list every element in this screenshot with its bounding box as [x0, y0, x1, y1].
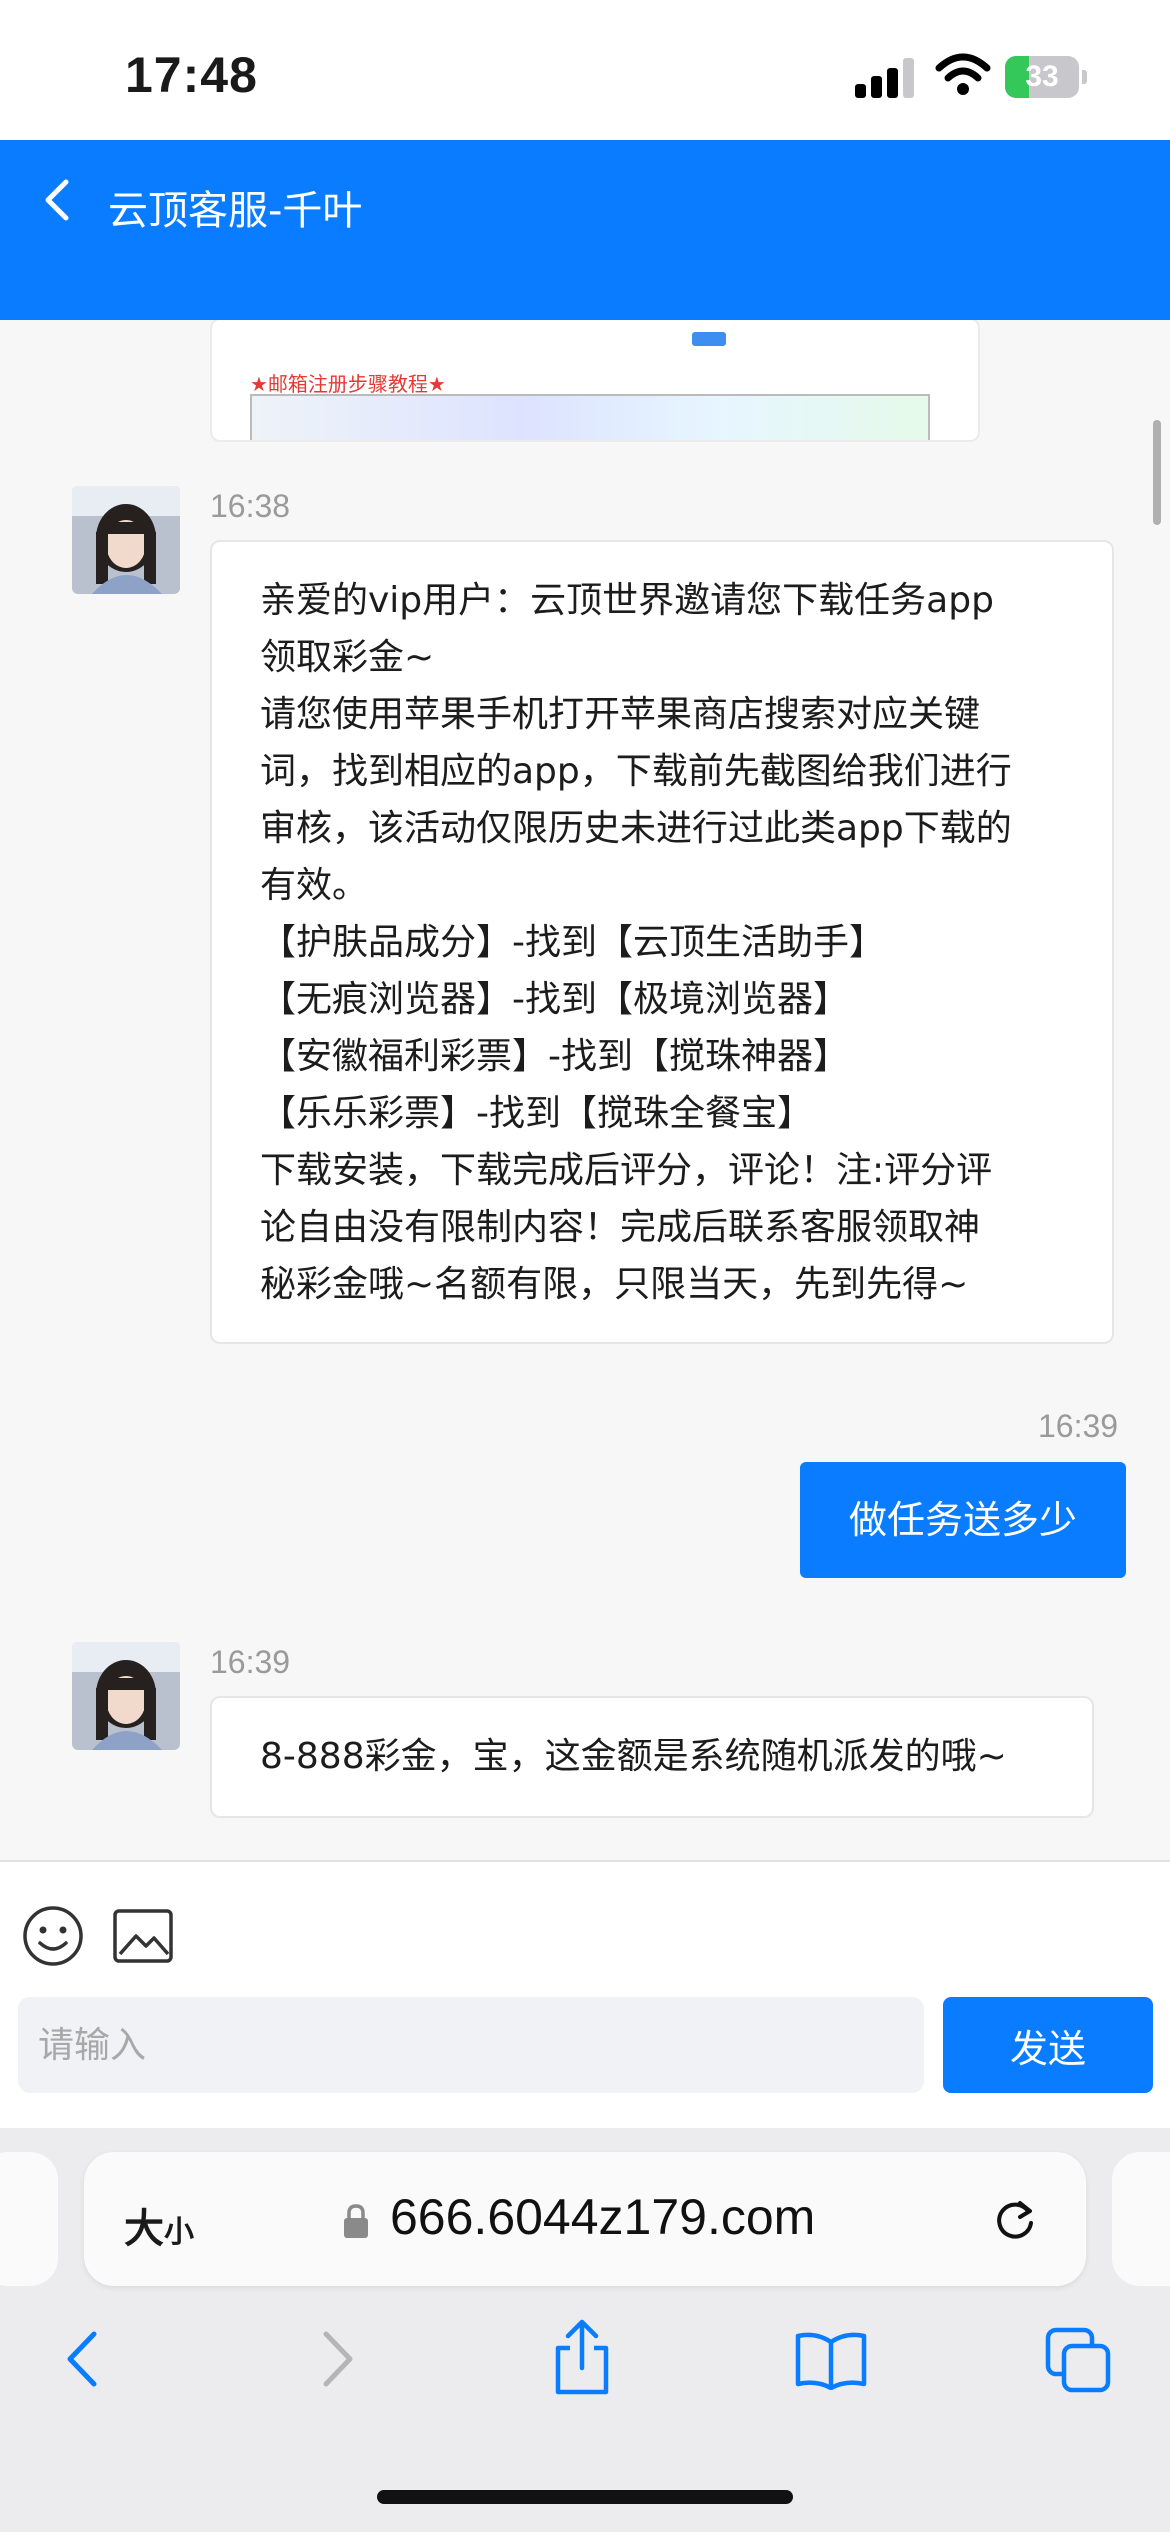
next-tab-peek[interactable] [1112, 2152, 1170, 2286]
message-time: 16:39 [210, 1644, 291, 1680]
text-size-big: 大 [124, 2206, 164, 2252]
message-line: 请您使用苹果手机打开苹果商店搜索对应关键 [260, 694, 981, 735]
page-title: 云顶客服-千叶 [108, 188, 363, 234]
message-line: 审核，该活动仅限历史未进行过此类app下载的 [260, 808, 1012, 849]
message-line: 亲爱的vip用户：云顶世界邀请您下载任务app [260, 580, 994, 621]
emoji-icon[interactable] [22, 1905, 84, 1967]
lock-icon [344, 2204, 368, 2238]
message-line: 领取彩金~ [260, 637, 435, 678]
message-line: 秘彩金哦~名额有限，只限当天，先到先得~ [260, 1264, 969, 1305]
home-indicator[interactable] [377, 2490, 793, 2504]
bookmarks-icon[interactable] [794, 2330, 868, 2390]
wifi-icon [935, 53, 991, 95]
back-button[interactable] [36, 170, 76, 230]
message-input[interactable] [18, 1997, 924, 2093]
back-arrow-icon[interactable] [62, 2328, 102, 2390]
tabs-icon[interactable] [1044, 2326, 1112, 2394]
outgoing-message-bubble: 做任务送多少 [800, 1462, 1126, 1578]
message-bubble: 8-888彩金，宝，这金额是系统随机派发的哦~ [210, 1696, 1094, 1818]
message-line: 【护肤品成分】-找到【云顶生活助手】 [260, 922, 885, 963]
status-bar: 17:48 33 [0, 0, 1170, 140]
image-icon[interactable] [112, 1908, 174, 1964]
image-message-preview[interactable]: ★邮箱注册步骤教程★ [210, 320, 980, 442]
message-line: 词，找到相应的app，下载前先截图给我们进行 [260, 751, 1012, 792]
message-line: 【安徽福利彩票】-找到【搅珠神器】 [260, 1036, 849, 1077]
text-size-small: 小 [164, 2215, 194, 2250]
chat-scrollbar[interactable] [1153, 420, 1161, 525]
message-line: 【无痕浏览器】-找到【极境浏览器】 [260, 979, 849, 1020]
chat-message-list[interactable]: ★邮箱注册步骤教程★ 16:38 亲爱的vip用户：云顶世界邀请您下载任务app… [0, 320, 1170, 1860]
message-line: 论自由没有限制内容！完成后联系客服领取神 [260, 1207, 981, 1248]
battery-charging-icon: 33 [1005, 56, 1087, 98]
share-icon[interactable] [550, 2318, 614, 2396]
battery-level: 33 [1025, 60, 1059, 93]
message-time: 16:39 [1038, 1408, 1119, 1444]
previous-tab-peek[interactable] [0, 2152, 58, 2286]
message-bubble: 亲爱的vip用户：云顶世界邀请您下载任务app 领取彩金~ 请您使用苹果手机打开… [210, 540, 1114, 1344]
reload-icon[interactable] [990, 2195, 1040, 2245]
forward-arrow-icon[interactable] [318, 2328, 358, 2390]
url-text[interactable]: 666.6044z179.com [390, 2188, 815, 2246]
cellular-signal-icon [855, 58, 915, 98]
send-button[interactable]: 发送 [943, 1997, 1153, 2093]
avatar [72, 486, 180, 594]
preview-chip [692, 332, 726, 346]
preview-label: ★邮箱注册步骤教程★ [250, 372, 446, 396]
message-line: 8-888彩金，宝，这金额是系统随机派发的哦~ [260, 1736, 1007, 1777]
message-time: 16:38 [210, 488, 291, 524]
text-size-button[interactable]: 大小 [124, 2196, 194, 2254]
message-line: 下载安装，下载完成后评分，评论！注:评分评 [260, 1150, 993, 1191]
status-time: 17:48 [125, 47, 258, 103]
preview-image [250, 394, 930, 440]
message-line: 有效。 [260, 865, 369, 906]
message-line: 【乐乐彩票】-找到【搅珠全餐宝】 [260, 1093, 813, 1134]
avatar [72, 1642, 180, 1750]
